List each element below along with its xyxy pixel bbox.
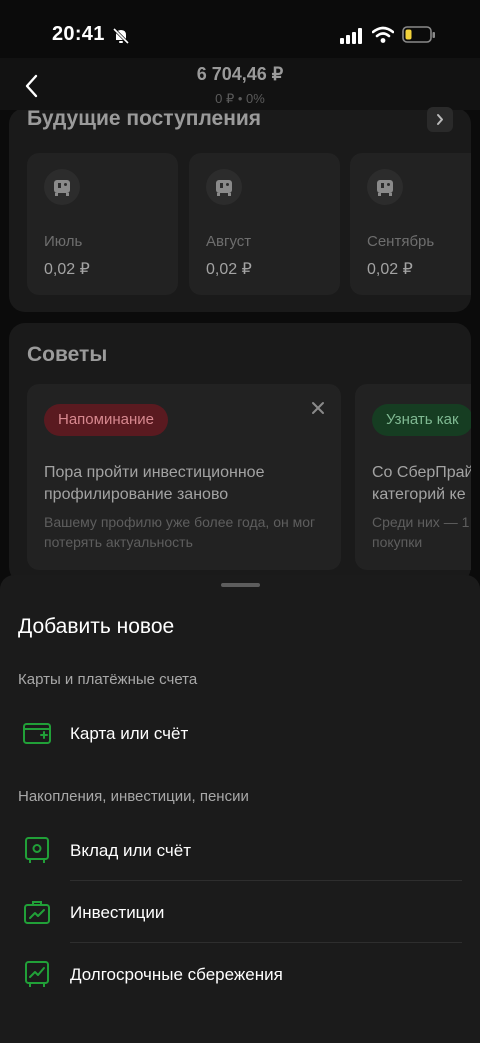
- month-tile-july[interactable]: Июль 0,02 ₽: [27, 153, 178, 295]
- upcoming-title: Будущие поступления: [27, 107, 262, 130]
- month-value: 0,02 ₽: [44, 261, 90, 278]
- item-label: Инвестиции: [70, 903, 165, 922]
- item-label: Долгосрочные сбережения: [70, 965, 283, 984]
- chart-box-icon: [25, 961, 49, 987]
- card-add-icon: [23, 723, 51, 744]
- tip-text: Пора пройти инвестиционное профилировани…: [44, 464, 265, 503]
- close-icon[interactable]: [310, 400, 326, 416]
- add-deposit-item[interactable]: Вклад или счёт: [0, 826, 480, 876]
- divider: [70, 942, 462, 943]
- month-name: Июль: [44, 233, 83, 250]
- add-longterm-savings-item[interactable]: Долгосрочные сбережения: [0, 950, 480, 1000]
- cellular-icon: [340, 28, 362, 44]
- safe-icon: [25, 837, 49, 863]
- total-amount: 6 704,46 ₽: [196, 64, 284, 84]
- month-tile-september[interactable]: Сентябрь 0,02 ₽: [350, 153, 471, 295]
- month-name: Август: [206, 233, 252, 250]
- tip-badge-reminder: Напоминание: [44, 404, 168, 436]
- item-label: Карта или счёт: [70, 724, 189, 743]
- item-label: Вклад или счёт: [70, 841, 192, 860]
- chevron-right-icon: [437, 114, 443, 125]
- month-value: 0,02 ₽: [206, 261, 252, 278]
- month-name: Сентябрь: [367, 233, 435, 250]
- sheet-drag-handle[interactable]: [221, 583, 260, 587]
- bell-slash-icon: [112, 27, 130, 45]
- section-label-cards: Карты и платёжные счета: [18, 671, 198, 688]
- upcoming-more-button[interactable]: [427, 107, 453, 132]
- total-change: 0 ₽ • 0%: [215, 91, 265, 106]
- tips-title: Советы: [27, 343, 108, 366]
- briefcase-chart-icon: [24, 901, 50, 924]
- battery-low-icon: [402, 26, 435, 43]
- status-time: 20:41: [52, 23, 105, 45]
- add-investments-item[interactable]: Инвестиции: [0, 888, 480, 938]
- month-value: 0,02 ₽: [367, 261, 413, 278]
- tip-subtext: Среди них — 1 покупки: [372, 514, 470, 550]
- tip-text: Со СберПрайм категорий ке: [372, 464, 471, 503]
- month-tile-august[interactable]: Август 0,02 ₽: [189, 153, 340, 295]
- tip-subtext: Вашему профилю уже более года, он мог по…: [44, 514, 316, 550]
- wifi-icon: [372, 26, 394, 43]
- divider: [70, 880, 462, 881]
- safe-icon: [206, 169, 242, 205]
- safe-icon: [44, 169, 80, 205]
- sheet-title: Добавить новое: [18, 615, 175, 638]
- section-label-savings: Накопления, инвестиции, пенсии: [18, 788, 249, 805]
- add-card-item[interactable]: Карта или счёт: [0, 710, 480, 758]
- safe-icon: [367, 169, 403, 205]
- tip-badge-learn: Узнать как: [372, 404, 471, 436]
